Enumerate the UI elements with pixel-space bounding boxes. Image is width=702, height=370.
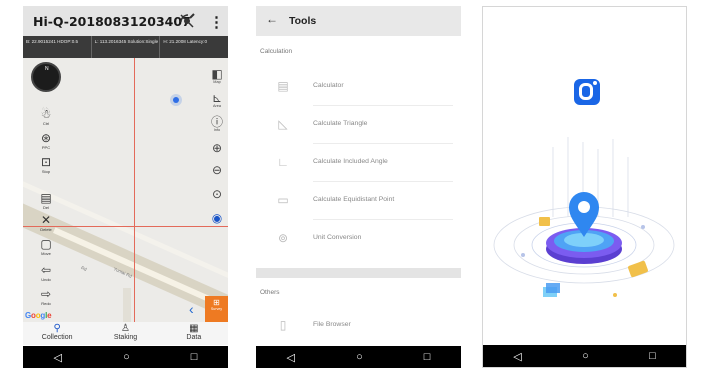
focus-icon: ⊙ — [211, 187, 223, 201]
mailbox-icon: ⊡ — [40, 155, 52, 169]
book-icon: ▯ — [279, 318, 287, 332]
android-nav-bar: ◁ ○ □ — [256, 346, 461, 368]
home-nav-icon[interactable]: ○ — [123, 351, 130, 363]
location-pin-icon: ⚲ — [53, 323, 61, 334]
info-icon: ⓘ — [210, 115, 223, 129]
folder-icon: ▤ — [40, 191, 52, 205]
conversion-icon: ⊚ — [277, 231, 289, 245]
page-title: Tools — [289, 15, 317, 27]
del-button[interactable]: ▤ Del — [35, 192, 57, 210]
survey-button[interactable]: ⊞ Survey — [205, 296, 228, 322]
zoom-in-icon: ⊕ — [211, 141, 223, 155]
zoom-out-button[interactable]: ⊖ — [209, 164, 225, 176]
tool-item-included-angle[interactable]: ∟ Calculate Included Angle — [256, 144, 461, 182]
move-button[interactable]: ▢ Move — [35, 238, 57, 256]
app-bar: Hi-Q-20180831203407 ⋮ — [23, 6, 228, 36]
tool-item-file-browser[interactable]: ▯ File Browser — [256, 307, 461, 345]
undo-button[interactable]: ⇦ Undo — [35, 264, 57, 282]
triangle-icon: ◺ — [278, 117, 288, 131]
table-icon: ▦ — [189, 323, 199, 334]
ruler-icon: ⊾ — [211, 91, 223, 105]
status-b: B: 22.9015241 HDOP:0.5 — [23, 36, 92, 58]
back-nav-icon[interactable]: ◁ — [287, 351, 295, 364]
person-walk-icon: ☃ — [40, 107, 52, 121]
satellite-icon: ⊛ — [40, 131, 52, 145]
satellite-icon[interactable] — [178, 12, 196, 30]
bottom-tab-bar: ⚲ Collection ♙ Staking ▦ Data — [23, 322, 228, 345]
map-layer-button[interactable]: ◧ Map — [209, 68, 225, 84]
section-header-others: Others — [260, 289, 280, 296]
status-bar: B: 22.9015241 HDOP:0.5 L: 113.2016345 So… — [23, 36, 228, 58]
recent-nav-icon[interactable]: □ — [191, 351, 198, 363]
back-nav-icon[interactable]: ◁ — [513, 350, 521, 363]
zoom-in-button[interactable]: ⊕ — [209, 142, 225, 154]
section-header-calculation: Calculation — [260, 48, 293, 55]
status-l: L: 113.2016345 Solution:Single — [92, 36, 161, 58]
tool-item-unit-conversion[interactable]: ⊚ Unit Conversion — [256, 220, 461, 258]
undo-icon: ⇦ — [40, 263, 52, 277]
home-nav-icon[interactable]: ○ — [356, 351, 363, 363]
recent-nav-icon[interactable]: □ — [649, 350, 656, 362]
splash-illustration — [493, 137, 675, 297]
crosshair-vertical — [134, 58, 135, 322]
back-nav-icon[interactable]: ◁ — [54, 351, 62, 364]
angle-icon: ∟ — [277, 155, 289, 169]
road-label: Rd — [80, 265, 88, 272]
tool-item-equidistant-point[interactable]: ▭ Calculate Equidistant Point — [256, 182, 461, 220]
ctrl-button[interactable]: ☃ Ctrl — [35, 108, 57, 126]
device-title: Hi-Q-20180831203407 — [33, 14, 191, 29]
splash-screen: ◁ ○ □ — [482, 6, 687, 368]
android-nav-bar: ◁ ○ □ — [23, 346, 228, 368]
tab-staking[interactable]: ♙ Staking — [91, 322, 159, 345]
recent-nav-icon[interactable]: □ — [424, 351, 431, 363]
ppc-button[interactable]: ⊛ PPC — [35, 132, 57, 150]
compass-icon[interactable]: N — [31, 62, 61, 92]
staking-icon: ♙ — [121, 323, 130, 334]
calculator-icon: ▤ — [277, 79, 289, 93]
cross-icon: ✕ — [40, 213, 52, 227]
square-icon: ▢ — [40, 237, 52, 251]
focus-button[interactable]: ⊙ — [209, 188, 225, 200]
survey-icon: ⊞ — [213, 298, 220, 307]
zoom-out-icon: ⊖ — [211, 163, 223, 177]
redo-icon: ⇨ — [40, 287, 52, 301]
stop-button[interactable]: ⊡ Stop — [35, 156, 57, 174]
tab-collection[interactable]: ⚲ Collection — [23, 322, 91, 345]
tool-item-triangle[interactable]: ◺ Calculate Triangle — [256, 106, 461, 144]
status-h: H: 21.2008 Latency:0 — [163, 39, 208, 44]
delete-button[interactable]: ✕ Delete — [35, 214, 57, 232]
redo-button[interactable]: ⇨ Redo — [35, 288, 57, 306]
map-screen: Hi-Q-20180831203407 ⋮ B: 22.9015241 HDOP… — [23, 6, 228, 368]
q-logo-icon — [574, 79, 600, 105]
globe-button[interactable]: ◉ — [209, 212, 225, 224]
area-button[interactable]: ⊾ Area — [209, 92, 225, 108]
arrow-left-icon[interactable]: ← — [266, 12, 278, 26]
road — [123, 288, 131, 322]
ruler-icon: ▭ — [277, 193, 289, 207]
info-button[interactable]: ⓘ Info — [209, 116, 225, 132]
android-nav-bar: ◁ ○ □ — [483, 345, 686, 367]
chevron-left-icon[interactable]: ‹ — [189, 301, 194, 317]
globe-icon: ◉ — [211, 211, 223, 225]
tools-screen: ← Tools Calculation ▤ Calculator ◺ Calcu… — [256, 6, 461, 368]
section-divider — [256, 268, 461, 278]
google-logo: Google — [25, 311, 52, 320]
tool-item-calculator[interactable]: ▤ Calculator — [256, 68, 461, 106]
more-vert-icon[interactable]: ⋮ — [209, 13, 224, 31]
layers-icon: ◧ — [211, 67, 223, 81]
current-position-marker — [173, 97, 179, 103]
map-view[interactable]: Yuntai Rd Rd N ☃ Ctrl ⊛ PPC ⊡ Stop ▤ Del ✕ De… — [23, 58, 228, 322]
home-nav-icon[interactable]: ○ — [582, 350, 589, 362]
tab-data[interactable]: ▦ Data — [160, 322, 228, 345]
app-bar: ← Tools — [256, 6, 461, 36]
compass-label: N — [45, 66, 49, 72]
